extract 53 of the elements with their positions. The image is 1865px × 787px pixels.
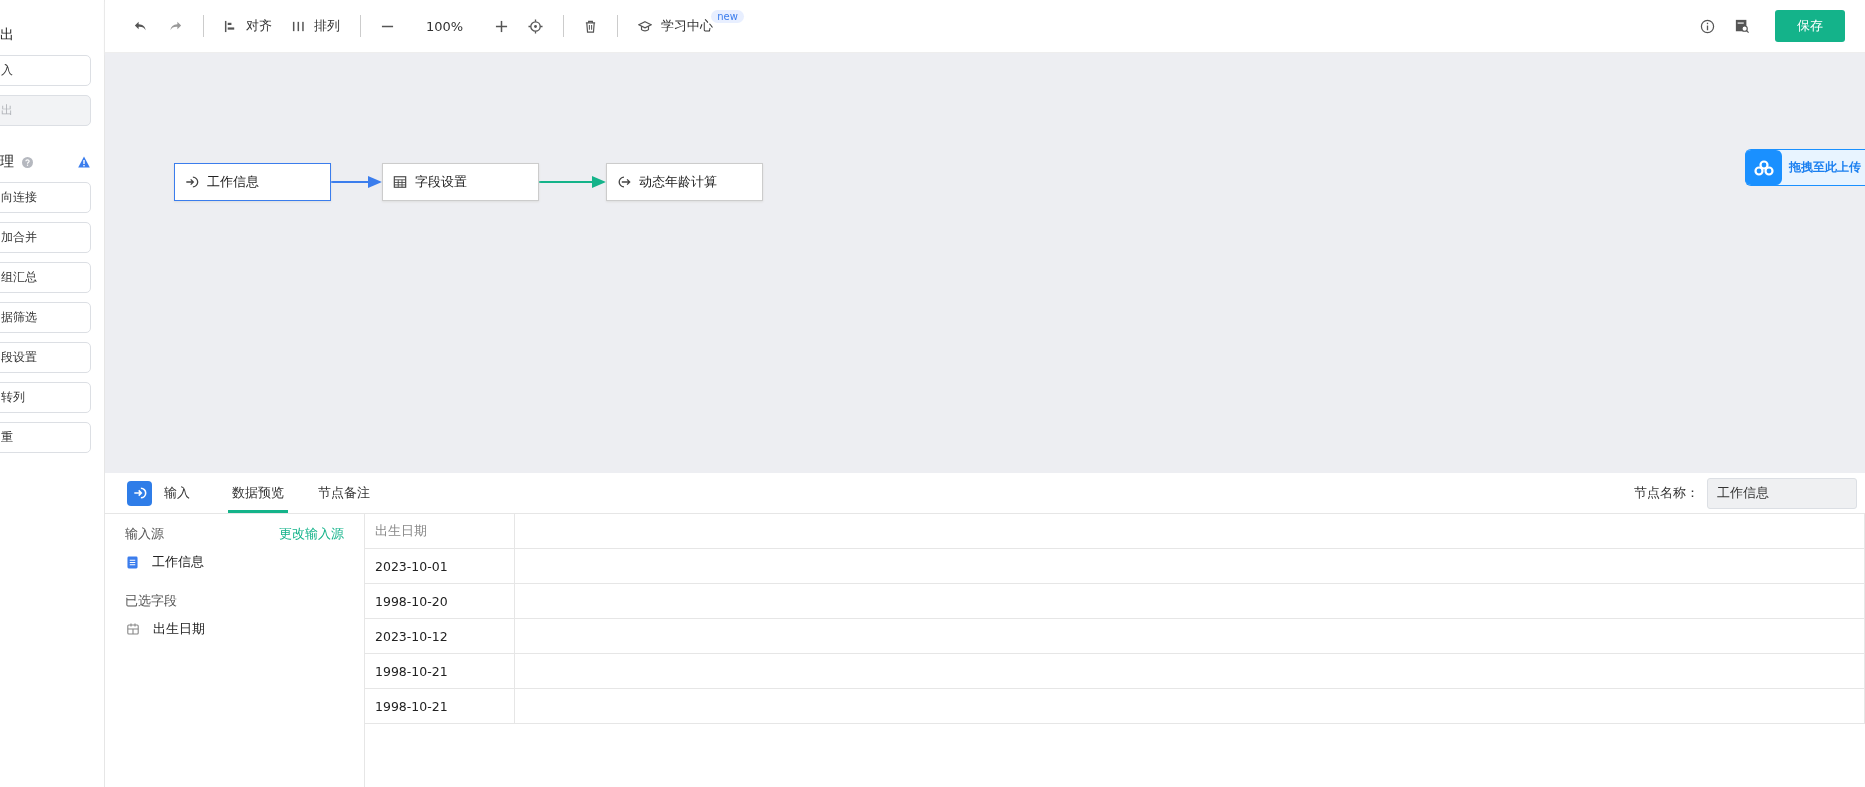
panel-tab[interactable]: 节点备注	[314, 473, 374, 513]
source-name: 工作信息	[152, 553, 204, 571]
node-name-field[interactable]: 工作信息	[1707, 477, 1857, 509]
preview-icon[interactable]	[1735, 19, 1749, 33]
table-cell: 1998-10-20	[365, 584, 515, 618]
table-cell: 1998-10-21	[365, 654, 515, 688]
document-icon	[127, 555, 138, 569]
section-label: 输入源	[125, 526, 164, 543]
node-type: 输入	[164, 484, 190, 502]
align-icon	[224, 19, 237, 33]
warning-icon[interactable]	[78, 156, 90, 168]
graduation-cap-icon	[638, 19, 653, 33]
section-label: 已选字段	[125, 593, 178, 610]
flow-node[interactable]: 字段设置	[382, 163, 539, 201]
section-title: 理	[0, 153, 14, 171]
output-arrow-icon	[617, 175, 631, 189]
node-label: 字段设置	[415, 173, 467, 191]
table-cell: 2023-10-12	[365, 619, 515, 653]
input-arrow-icon	[185, 175, 199, 189]
operator-button[interactable]: 组汇总	[0, 262, 91, 293]
table-cell: 2023-10-01	[365, 549, 515, 583]
table-icon	[393, 175, 407, 189]
node-name-label: 节点名称：	[1634, 484, 1699, 502]
operator-button[interactable]: 段设置	[0, 342, 91, 373]
columns-icon	[292, 19, 305, 33]
operator-button[interactable]: 加合并	[0, 222, 91, 253]
operator-button[interactable]: 向连接	[0, 182, 91, 213]
arrange-button[interactable]: 排列	[292, 17, 340, 35]
delete-icon[interactable]	[584, 19, 598, 33]
node-label: 工作信息	[207, 173, 259, 191]
operator-button[interactable]: 重	[0, 422, 91, 453]
flow-node[interactable]: 工作信息	[174, 163, 331, 201]
upload-label: 拖拽至此上传	[1788, 159, 1862, 176]
field-name: 出生日期	[153, 620, 205, 638]
info-icon[interactable]	[1700, 18, 1715, 34]
learning-center-button[interactable]: 学习中心	[638, 17, 714, 35]
section-title: 出	[0, 26, 14, 44]
zoom-in-icon[interactable]	[495, 19, 509, 33]
date-field-icon	[127, 623, 139, 635]
new-badge: new	[711, 10, 744, 23]
zoom-level: 100%	[426, 18, 464, 34]
panel-tab[interactable]: 数据预览	[228, 473, 288, 513]
locate-icon[interactable]	[528, 18, 544, 34]
upload-drop-target[interactable]: 拖拽至此上传	[1745, 149, 1865, 186]
table-cell: 1998-10-21	[365, 689, 515, 723]
align-button[interactable]: 对齐	[224, 17, 272, 35]
flow-node[interactable]: 动态年龄计算	[606, 163, 763, 201]
operator-button[interactable]: 入	[0, 55, 91, 86]
operator-button[interactable]: 据筛选	[0, 302, 91, 333]
input-node-icon	[127, 480, 152, 506]
column-header: 出生日期	[365, 514, 515, 548]
node-label: 动态年龄计算	[639, 173, 717, 191]
operator-button[interactable]: 转列	[0, 382, 91, 413]
